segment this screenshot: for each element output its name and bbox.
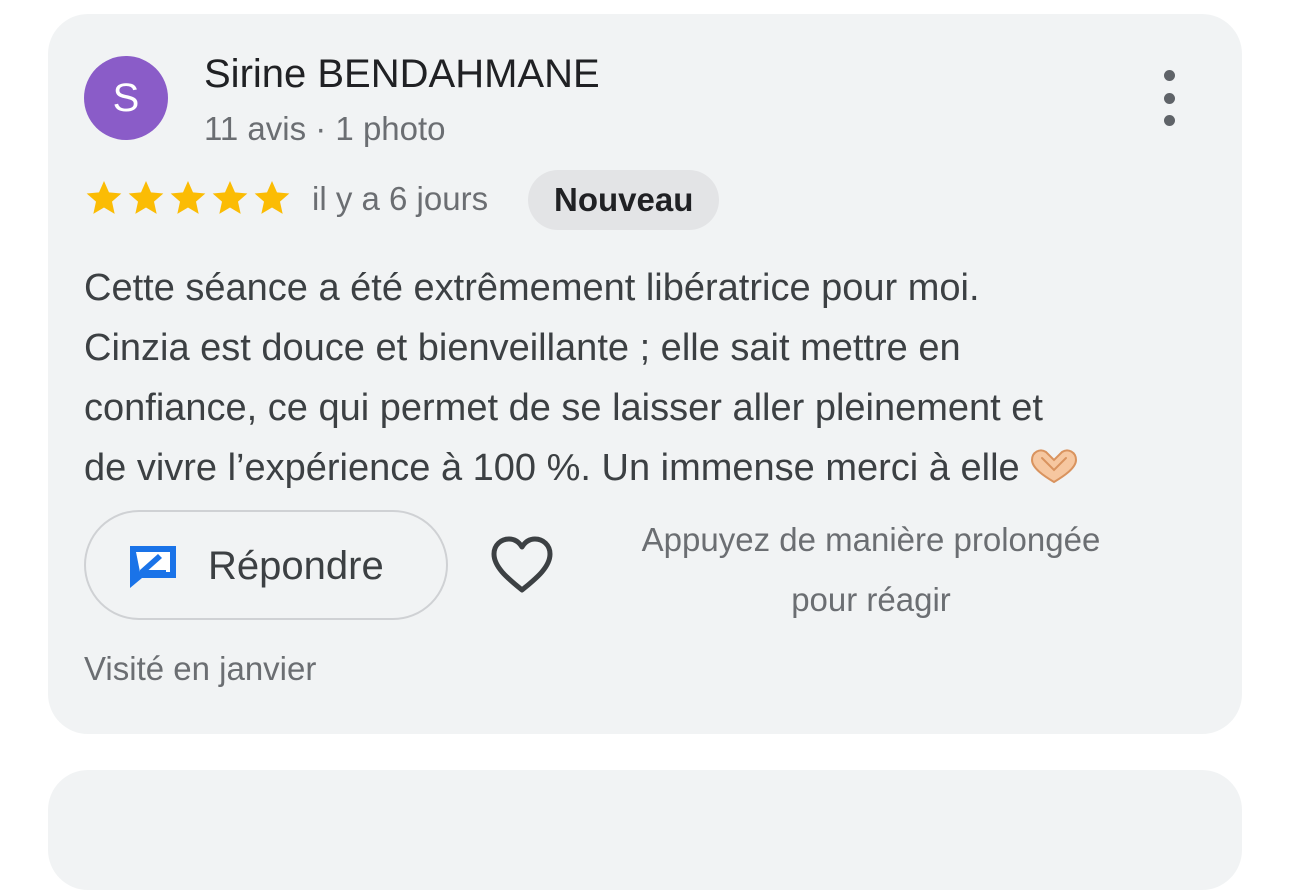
review-text-line: confiance, ce qui permet de se laisser a… <box>84 387 1043 429</box>
reviewer-name[interactable]: Sirine BENDAHMANE <box>204 52 600 97</box>
heart-outline-icon[interactable] <box>490 536 554 594</box>
review-text-line: Cette séance a été extrêmement libératri… <box>84 267 980 309</box>
star-rating <box>84 178 292 218</box>
review-text-line: Cinzia est douce et bienveillante ; elle… <box>84 327 961 369</box>
more-vertical-icon[interactable] <box>1154 70 1184 126</box>
react-hint-line: pour réagir <box>791 581 951 618</box>
heart-hands-emoji-icon <box>1030 449 1077 484</box>
review-card: S Sirine BENDAHMANE 11 avis · 1 photo il… <box>48 14 1242 734</box>
reply-button[interactable]: Répondre <box>84 510 448 620</box>
react-hint: Appuyez de manière prolongée pour réagir <box>608 510 1134 630</box>
new-badge: Nouveau <box>528 170 720 230</box>
avatar-initial: S <box>112 75 140 120</box>
star-icon <box>128 181 164 214</box>
star-icon <box>212 181 248 214</box>
reply-button-label: Répondre <box>208 544 384 588</box>
review-text: Cette séance a été extrêmement libératri… <box>84 258 1224 498</box>
star-icon <box>170 181 206 214</box>
avatar[interactable]: S <box>84 56 168 140</box>
review-date: il y a 6 jours <box>312 180 489 217</box>
star-icon <box>254 181 290 214</box>
reply-icon <box>130 546 176 588</box>
next-review-card <box>48 770 1242 890</box>
visit-date: Visité en janvier <box>84 650 317 687</box>
react-hint-line: Appuyez de manière prolongée <box>641 521 1101 558</box>
review-text-line: de vivre l’expérience à 100 %. Un immens… <box>84 438 1224 498</box>
star-icon <box>86 181 122 214</box>
reviewer-meta: 11 avis · 1 photo <box>204 110 446 147</box>
review-text-line-content: de vivre l’expérience à 100 %. Un immens… <box>84 447 1020 489</box>
